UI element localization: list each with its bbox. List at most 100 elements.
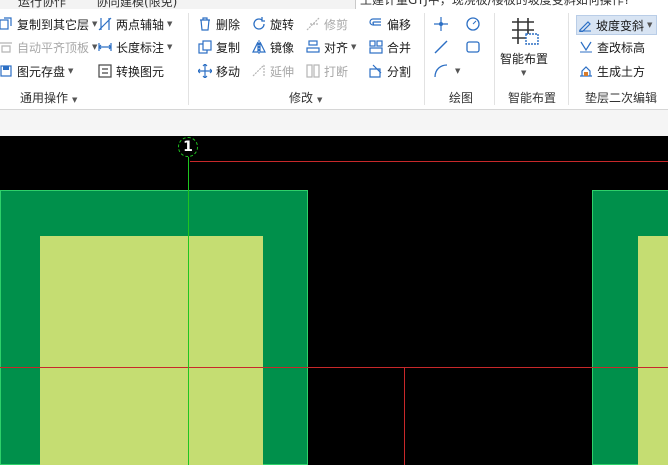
draw-rectangle-button[interactable] (465, 37, 484, 57)
draw-point-button[interactable] (433, 14, 452, 34)
split-button[interactable]: 分割 (368, 61, 411, 81)
group-label-modify-text: 修改 (289, 91, 314, 105)
save-element-button[interactable]: 图元存盘 ▼ (0, 61, 73, 81)
convert-element-button[interactable]: 转换图元 (97, 61, 164, 81)
split-label: 分割 (387, 64, 412, 79)
earthwork-icon (578, 63, 594, 79)
auto-flush-top-label: 自动平齐顶板 (17, 40, 90, 55)
convert-icon (97, 63, 113, 79)
merge-button[interactable]: 合并 (368, 37, 411, 57)
extend-button[interactable]: 延伸 (251, 61, 294, 81)
ribbon-toolbar: 复制到其它层 ▼ 自动平齐顶板 ▼ 图元存盘 ▼ 两点辅轴 ▼ 长度标注 ▼ 转… (0, 9, 668, 110)
copy-button[interactable]: 复制 (197, 37, 240, 57)
chevron-down-icon: ▼ (68, 67, 74, 75)
axis-line-1 (188, 157, 189, 465)
smart-layout-button[interactable]: 智能布置 ▼ (498, 14, 552, 86)
group-divider (424, 13, 425, 105)
group-divider (568, 13, 569, 105)
drawing-canvas[interactable]: 1 (0, 136, 668, 465)
move-button[interactable]: 移动 (197, 61, 240, 81)
red-grid-line (190, 161, 668, 162)
axis-label-bubble[interactable]: 1 (178, 137, 198, 157)
copy-label: 复制 (216, 40, 241, 55)
length-mark-button[interactable]: 长度标注 ▼ (97, 37, 172, 57)
copy-to-other-layer-label: 复制到其它层 (17, 17, 90, 32)
group-label-general[interactable]: 通用操作 ▼ (20, 89, 77, 106)
trim-icon (305, 16, 321, 32)
generate-earthwork-button[interactable]: 生成土方 (578, 61, 645, 81)
save-element-label: 图元存盘 (17, 64, 66, 79)
draw-arc-button[interactable]: ▼ (433, 61, 460, 81)
chevron-down-icon: ▼ (521, 69, 527, 77)
rectangle-icon (465, 39, 481, 55)
group-label-draw: 绘图 (449, 91, 474, 105)
smart-layout-label: 智能布置 (500, 52, 549, 66)
chevron-down-icon: ▼ (647, 21, 653, 29)
red-grid-line (0, 367, 668, 368)
group-divider (494, 13, 495, 105)
align-icon (305, 39, 321, 55)
toolbar-gap (0, 110, 668, 136)
draw-circle-button[interactable] (465, 14, 484, 34)
mirror-label: 镜像 (270, 40, 295, 55)
rotate-button[interactable]: 旋转 (251, 14, 294, 34)
save-icon (0, 63, 14, 79)
two-point-axis-icon (97, 16, 113, 32)
merge-icon (368, 39, 384, 55)
copy-icon (197, 39, 213, 55)
help-search-text: 土建计量GTJ中，现浇板/楼板的坡度变斜如何操作? (360, 0, 631, 7)
cushion-inner-right[interactable] (638, 236, 668, 465)
mirror-button[interactable]: 镜像 (251, 37, 294, 57)
arc-icon (433, 63, 449, 79)
line-icon (433, 39, 449, 55)
group-divider (188, 13, 189, 105)
slope-edit-icon (577, 17, 593, 33)
align-label: 对齐 (324, 40, 349, 55)
delete-button[interactable]: 删除 (197, 14, 240, 34)
dimension-icon (97, 39, 113, 55)
group-label-cushion: 垫层二次编辑 (585, 91, 658, 105)
offset-label: 偏移 (387, 17, 412, 32)
auto-flush-top-button[interactable]: 自动平齐顶板 ▼ (0, 37, 97, 57)
check-elevation-label: 查改标高 (597, 40, 646, 55)
rotate-icon (251, 16, 267, 32)
split-icon (368, 63, 384, 79)
tab-collab-modeling[interactable]: 协同建模(限免) (96, 0, 177, 9)
top-tab-bar: 运行协作 协同建模(限免) 土建计量GTJ中，现浇板/楼板的坡度变斜如何操作? (0, 0, 668, 9)
flush-icon (0, 39, 14, 55)
slope-change-label: 坡度变斜 (596, 18, 645, 33)
group-label-smart: 智能布置 (508, 91, 557, 105)
break-label: 打断 (324, 64, 349, 79)
two-point-axis-button[interactable]: 两点辅轴 ▼ (97, 14, 172, 34)
move-icon (197, 63, 213, 79)
chevron-down-icon: ▼ (167, 20, 173, 28)
mirror-icon (251, 39, 267, 55)
generate-earthwork-label: 生成土方 (597, 64, 646, 79)
slope-change-button[interactable]: 坡度变斜 ▼ (576, 15, 658, 35)
extend-label: 延伸 (270, 64, 295, 79)
group-label-general-text: 通用操作 (20, 91, 69, 105)
break-button[interactable]: 打断 (305, 61, 348, 81)
axis-label-text: 1 (183, 139, 193, 155)
delete-label: 删除 (216, 17, 241, 32)
trim-button[interactable]: 修剪 (305, 14, 348, 34)
chevron-down-icon: ▼ (351, 43, 357, 51)
merge-label: 合并 (387, 40, 412, 55)
circle-icon (465, 16, 481, 32)
smart-layout-icon (508, 16, 540, 49)
help-search-box[interactable]: 土建计量GTJ中，现浇板/楼板的坡度变斜如何操作? (355, 0, 668, 9)
tab-collaboration[interactable]: 运行协作 (18, 0, 66, 9)
copy-to-other-layer-button[interactable]: 复制到其它层 ▼ (0, 14, 97, 34)
offset-button[interactable]: 偏移 (368, 14, 411, 34)
offset-icon (368, 16, 384, 32)
break-icon (305, 63, 321, 79)
red-grid-line (404, 367, 405, 465)
elevation-icon (578, 39, 594, 55)
group-label-modify[interactable]: 修改 ▼ (289, 89, 322, 106)
draw-line-button[interactable] (433, 37, 452, 57)
check-elevation-button[interactable]: 查改标高 (578, 37, 645, 57)
align-button[interactable]: 对齐 ▼ (305, 37, 356, 57)
chevron-down-icon: ▼ (72, 96, 78, 104)
cushion-inner-left[interactable] (40, 236, 263, 465)
two-point-axis-label: 两点辅轴 (116, 17, 165, 32)
